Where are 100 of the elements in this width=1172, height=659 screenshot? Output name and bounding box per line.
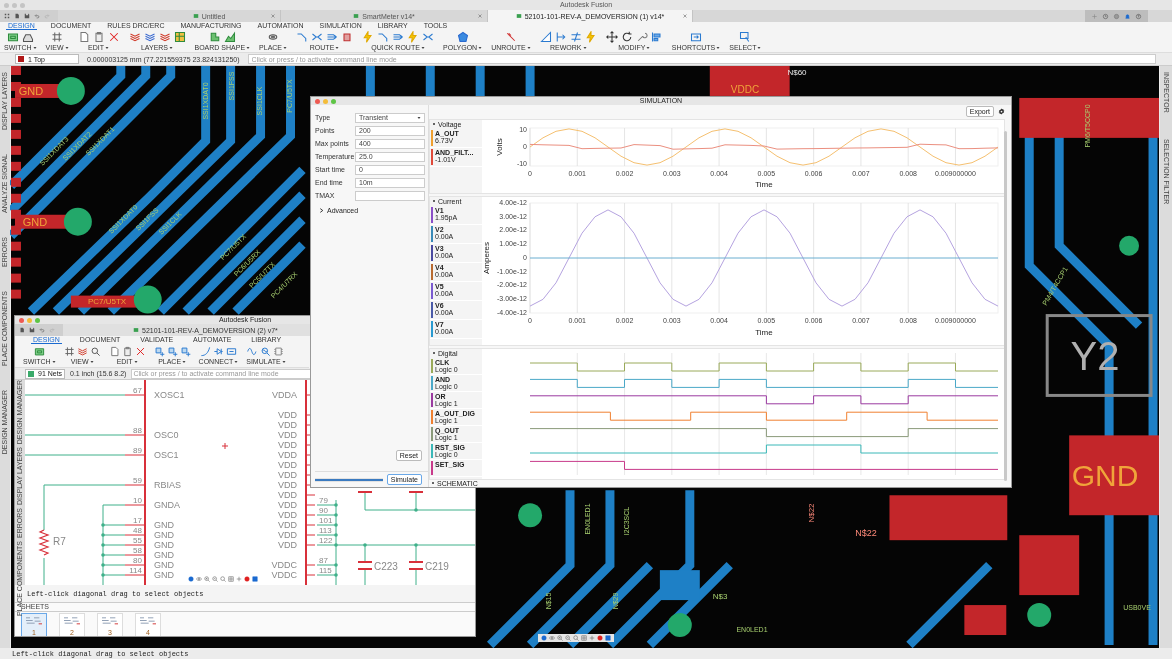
pin-name: VDD <box>278 530 297 540</box>
settings-icon[interactable] <box>998 108 1005 116</box>
pin-name: VDDC <box>271 570 297 580</box>
clock-icon[interactable] <box>1102 12 1109 20</box>
pin-name: GND <box>154 520 174 530</box>
pin-name: VDD <box>278 430 297 440</box>
grid-icon[interactable] <box>63 346 75 357</box>
zoom-window-button[interactable] <box>331 98 336 104</box>
zoom-icon[interactable] <box>89 346 101 357</box>
close-window-button[interactable] <box>19 317 24 323</box>
plus-icon[interactable] <box>589 635 595 641</box>
select-icon[interactable] <box>739 31 752 43</box>
layer-color-swatch <box>18 56 24 62</box>
ring-icon[interactable] <box>267 31 280 43</box>
layers-icon[interactable] <box>158 31 171 43</box>
board-icon[interactable] <box>6 31 19 43</box>
file-tab-icon <box>133 327 139 333</box>
route-icon[interactable] <box>377 31 390 43</box>
stop-icon[interactable] <box>244 576 250 582</box>
pin-number: 79 <box>319 496 328 505</box>
close-icon[interactable] <box>477 13 483 19</box>
caret-icon <box>169 45 174 50</box>
layers-icon[interactable] <box>76 346 88 357</box>
pin-number: 89 <box>133 446 142 455</box>
input-field[interactable] <box>355 190 425 201</box>
fill-icon[interactable] <box>605 635 611 641</box>
info-icon[interactable] <box>188 576 194 582</box>
info-icon[interactable] <box>541 635 547 641</box>
board-label: N$22 <box>808 503 816 523</box>
cylinder-icon[interactable] <box>341 31 354 43</box>
axis-title: Time <box>755 327 773 337</box>
move-icon[interactable] <box>605 31 618 43</box>
zoom-in-icon[interactable] <box>557 635 563 641</box>
file-icon[interactable] <box>19 327 25 333</box>
undo-icon[interactable] <box>39 327 45 333</box>
delete-icon[interactable] <box>107 31 120 43</box>
chip-icon[interactable] <box>273 346 285 357</box>
zoom-out-icon[interactable] <box>565 635 571 641</box>
pin-name: VDD <box>278 520 297 530</box>
fanout-icon[interactable] <box>422 31 435 43</box>
eye-icon[interactable] <box>549 635 555 641</box>
fill-icon[interactable] <box>252 576 258 582</box>
file-icon[interactable] <box>14 13 20 19</box>
wire-icon[interactable] <box>199 346 211 357</box>
copy-icon[interactable] <box>108 346 120 357</box>
eye-icon[interactable] <box>196 576 202 582</box>
pin-name: VDD <box>278 450 297 460</box>
fanout-icon[interactable] <box>311 31 324 43</box>
close-icon[interactable] <box>682 13 688 19</box>
apps-grid-icon[interactable] <box>4 13 10 19</box>
probe-icon[interactable] <box>260 346 272 357</box>
pin-name: VDD <box>278 510 297 520</box>
delete-icon[interactable] <box>134 346 146 357</box>
stop-icon[interactable] <box>597 635 603 641</box>
add-part-icon[interactable] <box>179 346 191 357</box>
help-icon[interactable] <box>1135 12 1142 20</box>
bus-icon[interactable] <box>392 31 405 43</box>
sheet-preview-drawing <box>138 615 158 626</box>
save-icon[interactable] <box>24 13 30 19</box>
pin-number: 90 <box>319 506 328 515</box>
zoom-window-button[interactable] <box>35 317 40 323</box>
save-icon[interactable] <box>29 327 35 333</box>
pin-name: VDD <box>278 490 297 500</box>
board-icon[interactable] <box>33 346 45 357</box>
diode-icon[interactable] <box>212 346 224 357</box>
shortcut-icon[interactable] <box>690 31 702 43</box>
unroute-icon[interactable] <box>504 31 517 43</box>
grid-icon[interactable] <box>51 31 64 43</box>
zoom-out-icon[interactable] <box>212 576 218 582</box>
arrow-icon[interactable] <box>554 31 567 43</box>
sheet-preview-drawing <box>62 615 82 626</box>
route-icon[interactable] <box>296 31 309 43</box>
waveform-icon[interactable] <box>247 346 259 357</box>
rotate-icon[interactable] <box>620 31 633 43</box>
clipboard-icon[interactable] <box>121 346 133 357</box>
add-part-icon[interactable] <box>153 346 165 357</box>
layers-icon[interactable] <box>128 31 141 43</box>
zoom-in-icon[interactable] <box>204 576 210 582</box>
pin-name: VDD <box>278 440 297 450</box>
layers-icon[interactable] <box>143 31 156 43</box>
plus-icon[interactable] <box>236 576 242 582</box>
bus-icon[interactable] <box>326 31 339 43</box>
table-icon[interactable] <box>173 31 186 43</box>
add-part-icon[interactable] <box>166 346 178 357</box>
parallel-lines-icon[interactable] <box>569 31 582 43</box>
sheet-preview-drawing <box>24 615 44 626</box>
close-window-button[interactable] <box>315 98 320 104</box>
net-label-icon[interactable] <box>225 346 237 357</box>
pin-number: 67 <box>133 386 142 395</box>
board-label: GND <box>1071 461 1139 491</box>
corner-icon[interactable] <box>539 31 552 43</box>
close-icon[interactable] <box>270 13 276 19</box>
align-icon[interactable] <box>650 31 663 43</box>
part-label: C219 <box>425 561 449 572</box>
caret-icon <box>182 359 187 364</box>
clipboard-icon[interactable] <box>92 31 105 43</box>
pin-number: 87 <box>319 556 328 565</box>
undo-icon[interactable] <box>34 13 40 19</box>
bell-icon[interactable] <box>1124 12 1131 20</box>
pin-name: VDDA <box>272 390 297 400</box>
